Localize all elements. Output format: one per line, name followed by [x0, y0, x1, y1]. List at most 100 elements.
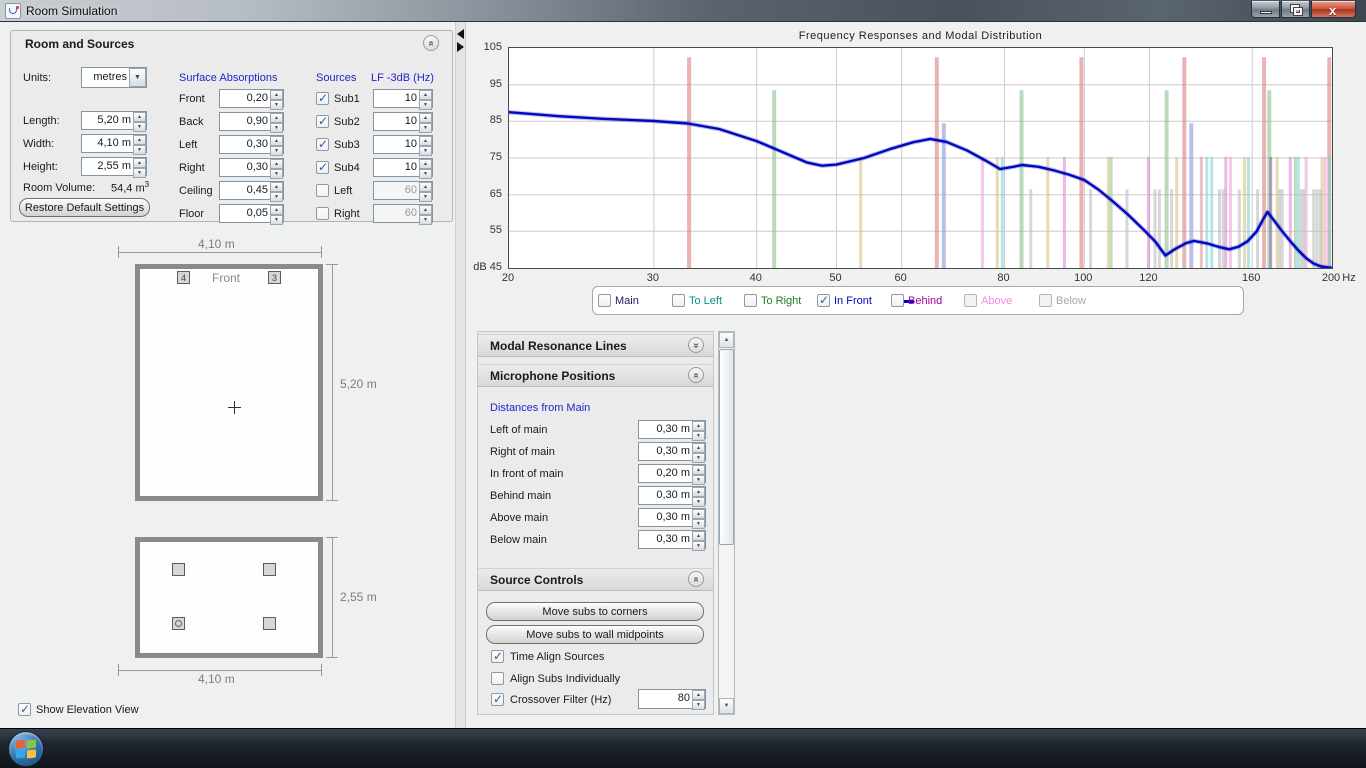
- scroll-down-icon[interactable]: ▼: [719, 698, 734, 714]
- close-button[interactable]: x: [1311, 1, 1356, 18]
- scrollbar-thumb[interactable]: [719, 349, 734, 545]
- width-field[interactable]: 4,10 m ▲▼: [81, 134, 147, 153]
- absorption-left-field[interactable]: 0,30▲▼: [219, 135, 284, 154]
- left-of-main-field[interactable]: 0,30 m▲▼: [638, 420, 706, 439]
- splitter-divider[interactable]: [455, 22, 466, 728]
- left-checkbox[interactable]: [316, 184, 329, 197]
- microphone-positions-header[interactable]: Microphone Positions: [478, 364, 713, 387]
- splitter-expand-right-icon[interactable]: [457, 42, 464, 52]
- right-checkbox[interactable]: [316, 207, 329, 220]
- crossover-label: Crossover Filter (Hz): [510, 694, 611, 706]
- listener-position-marker[interactable]: [228, 401, 241, 414]
- front-wall-label: Front: [212, 271, 240, 285]
- crossover-checkbox[interactable]: [491, 693, 504, 706]
- crossover-field[interactable]: 80▲▼: [638, 689, 706, 709]
- right-of-main-field[interactable]: 0,30 m▲▼: [638, 442, 706, 461]
- absorption-floor-label: Floor: [179, 208, 204, 220]
- minimize-button[interactable]: [1251, 1, 1280, 18]
- elevation-sub-bottom-left[interactable]: [172, 617, 185, 630]
- collapse-chevron-icon[interactable]: »: [423, 35, 439, 51]
- absorption-right-field[interactable]: 0,30▲▼: [219, 158, 284, 177]
- top-view-room[interactable]: [135, 264, 323, 501]
- units-dropdown[interactable]: metres ▼: [81, 67, 147, 88]
- restore-defaults-button[interactable]: Restore Default Settings: [19, 198, 150, 217]
- y-tick-label: 75: [466, 151, 502, 163]
- height-label: Height:: [23, 161, 58, 173]
- legend-checkbox[interactable]: [672, 294, 685, 307]
- height-field[interactable]: 2,55 m ▲▼: [81, 157, 147, 176]
- source-controls-header[interactable]: Source Controls: [478, 568, 713, 591]
- absorption-front-field[interactable]: 0,20▲▼: [219, 89, 284, 108]
- panel-scrollbar[interactable]: ▲ ▼: [718, 331, 735, 715]
- sub1-checkbox[interactable]: [316, 92, 329, 105]
- in-front-of-main-field[interactable]: 0,20 m▲▼: [638, 464, 706, 483]
- absorption-ceiling-field[interactable]: 0,45▲▼: [219, 181, 284, 200]
- source-controls-chevron-icon[interactable]: »: [688, 571, 704, 587]
- top-view-width-label: 4,10 m: [198, 237, 235, 251]
- elevation-height-dimline: [332, 537, 333, 658]
- driver-circle-icon: [175, 620, 182, 627]
- below-main-field[interactable]: 0,30 m▲▼: [638, 530, 706, 549]
- modal-resonance-header[interactable]: Modal Resonance Lines: [478, 334, 713, 357]
- width-label: Width:: [23, 138, 54, 150]
- dim-tick: [326, 500, 338, 501]
- sub2-lf-field[interactable]: 10▲▼: [373, 112, 433, 131]
- restore-button[interactable]: [1281, 1, 1310, 18]
- show-elevation-checkbox[interactable]: [18, 703, 31, 716]
- spin-up-icon[interactable]: ▲: [133, 135, 146, 145]
- absorption-back-field[interactable]: 0,90▲▼: [219, 112, 284, 131]
- room-volume-value: 54,4 m3: [111, 180, 149, 195]
- move-subs-corners-button[interactable]: Move subs to corners: [486, 602, 704, 621]
- legend-checkbox[interactable]: [1039, 294, 1052, 307]
- legend-checkbox[interactable]: [744, 294, 757, 307]
- spin-down-icon[interactable]: ▼: [133, 145, 146, 155]
- chevron-down-icon[interactable]: ▼: [129, 68, 146, 87]
- chart-plot-area[interactable]: [508, 47, 1333, 269]
- sub4-checkbox[interactable]: [316, 161, 329, 174]
- absorption-floor-field[interactable]: 0,05▲▼: [219, 204, 284, 223]
- sub1-lf-field[interactable]: 10▲▼: [373, 89, 433, 108]
- behind-main-label: Behind main: [490, 490, 551, 502]
- time-align-checkbox[interactable]: [491, 650, 504, 663]
- elevation-height-label: 2,55 m: [340, 590, 377, 604]
- scroll-up-icon[interactable]: ▲: [719, 332, 734, 348]
- spin-up-icon[interactable]: ▲: [133, 158, 146, 168]
- sources-header: Sources: [316, 72, 356, 84]
- legend-checkbox[interactable]: [891, 294, 904, 307]
- align-subs-label: Align Subs Individually: [510, 673, 620, 685]
- chart-title: Frequency Responses and Modal Distributi…: [508, 30, 1333, 42]
- behind-main-field[interactable]: 0,30 m▲▼: [638, 486, 706, 505]
- spin-down-icon[interactable]: ▼: [133, 122, 146, 132]
- x-tick-label: 160: [1242, 272, 1260, 284]
- length-field[interactable]: 5,20 m ▲▼: [81, 111, 147, 130]
- legend-checkbox[interactable]: [598, 294, 611, 307]
- start-button[interactable]: [8, 731, 44, 767]
- legend-checkbox[interactable]: [964, 294, 977, 307]
- splitter-collapse-left-icon[interactable]: [457, 29, 464, 39]
- sub3-lf-field[interactable]: 10▲▼: [373, 135, 433, 154]
- sub4-lf-field[interactable]: 10▲▼: [373, 158, 433, 177]
- elevation-sub-bottom-right[interactable]: [263, 617, 276, 630]
- spin-down-icon[interactable]: ▼: [133, 168, 146, 178]
- elevation-view-room[interactable]: [135, 537, 323, 658]
- spin-up-icon[interactable]: ▲: [133, 112, 146, 122]
- align-subs-checkbox[interactable]: [491, 672, 504, 685]
- elevation-sub-top-right[interactable]: [263, 563, 276, 576]
- below-main-label: Below main: [490, 534, 547, 546]
- modal-expand-chevron-icon[interactable]: »: [688, 337, 704, 353]
- legend-checkbox[interactable]: [817, 294, 830, 307]
- legend-label: Behind: [908, 295, 942, 307]
- right-panels-column: Modal Resonance Lines » Microphone Posit…: [477, 331, 714, 715]
- absorption-right-label: Right: [179, 162, 205, 174]
- left-lf-field: 60▲▼: [373, 181, 433, 200]
- above-main-field[interactable]: 0,30 m▲▼: [638, 508, 706, 527]
- sub3-checkbox[interactable]: [316, 138, 329, 151]
- mic-collapse-chevron-icon[interactable]: »: [688, 367, 704, 383]
- elevation-width-dimline: [118, 670, 322, 671]
- sub2-checkbox[interactable]: [316, 115, 329, 128]
- sub3-marker[interactable]: 3: [268, 271, 281, 284]
- move-subs-midpoints-button[interactable]: Move subs to wall midpoints: [486, 625, 704, 644]
- x-tick-label: 50: [829, 272, 841, 284]
- elevation-sub-top-left[interactable]: [172, 563, 185, 576]
- sub4-marker[interactable]: 4: [177, 271, 190, 284]
